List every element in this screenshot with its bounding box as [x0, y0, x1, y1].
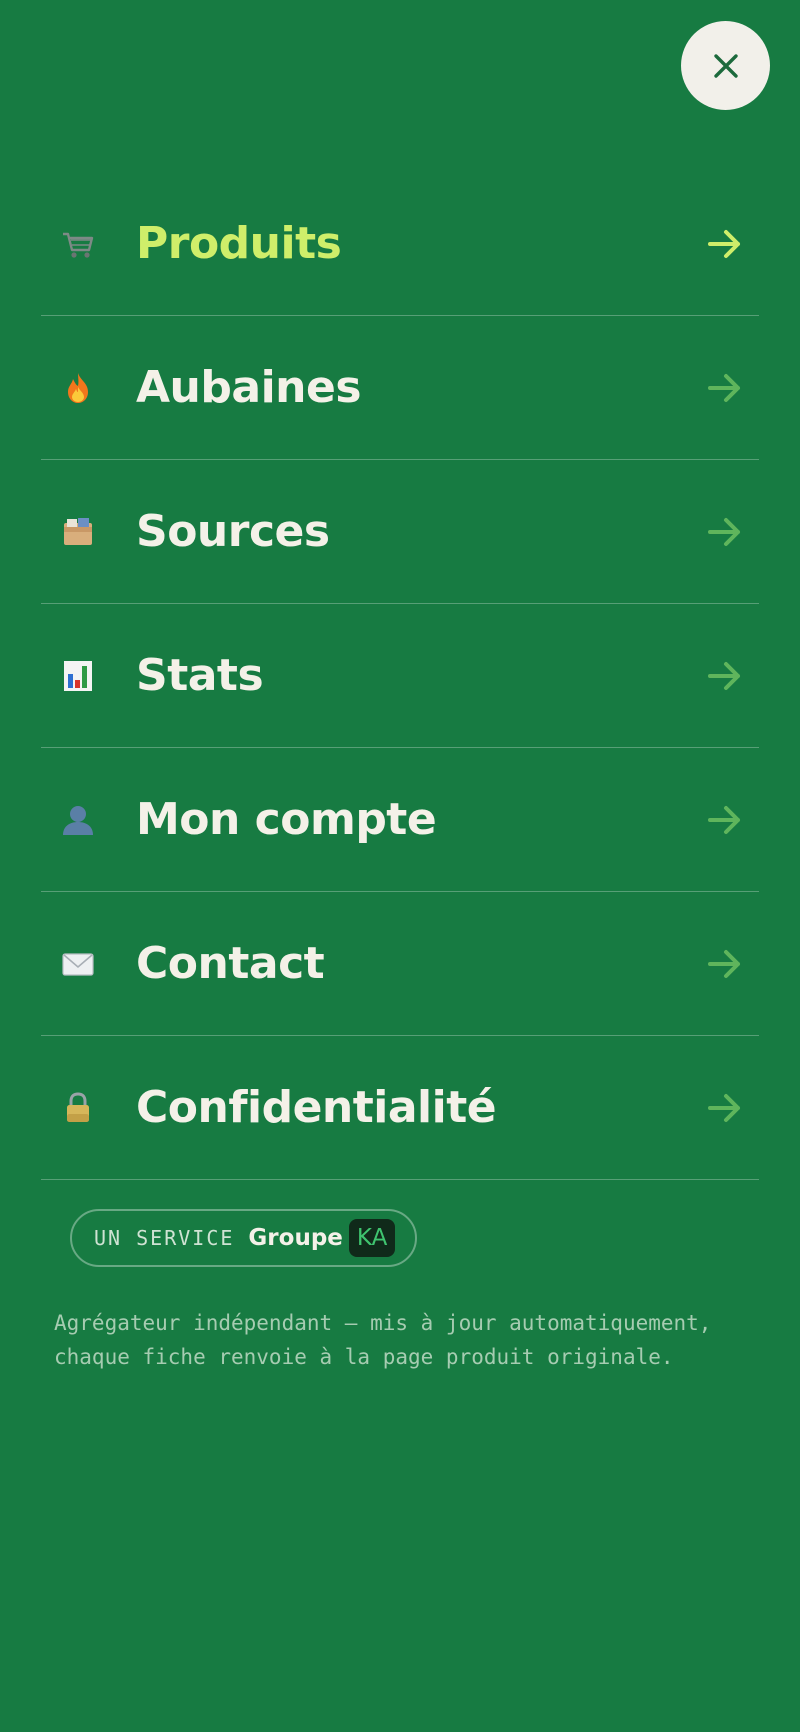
- menu-item-sources[interactable]: Sources: [41, 460, 759, 604]
- service-badge: UN SERVICE Groupe KA: [70, 1209, 418, 1267]
- arrow-right-icon: [705, 944, 745, 984]
- menu-item-aubaines[interactable]: Aubaines: [41, 316, 759, 460]
- menu-item-label: Confidentialité: [136, 1082, 497, 1133]
- brand-mark: KA: [348, 1219, 396, 1257]
- fire-icon: [58, 368, 98, 408]
- lock-icon: [58, 1088, 98, 1128]
- footer-description: Agrégateur indépendant — mis à jour auto…: [54, 1311, 712, 1369]
- menu-item-mon-compte[interactable]: Mon compte: [41, 748, 759, 892]
- brand-word: Groupe: [248, 1225, 343, 1251]
- arrow-right-icon: [705, 368, 745, 408]
- arrow-right-icon: [705, 800, 745, 840]
- arrow-right-icon: [705, 224, 745, 264]
- nav-menu: Produits Aubaines Sources Stats Mon comp…: [41, 172, 759, 1180]
- close-menu-button[interactable]: [681, 21, 770, 110]
- arrow-right-icon: [705, 656, 745, 696]
- envelope-icon: [58, 944, 98, 984]
- menu-item-label: Mon compte: [136, 794, 437, 845]
- menu-item-label: Sources: [136, 506, 330, 557]
- menu-item-contact[interactable]: Contact: [41, 892, 759, 1036]
- shopping-cart-icon: [58, 224, 98, 264]
- arrow-right-icon: [705, 512, 745, 552]
- service-prefix: UN SERVICE: [94, 1226, 235, 1250]
- close-icon: [710, 50, 742, 82]
- menu-item-label: Produits: [136, 218, 342, 269]
- menu-item-label: Stats: [136, 650, 264, 701]
- menu-item-label: Aubaines: [136, 362, 362, 413]
- menu-item-produits[interactable]: Produits: [41, 172, 759, 316]
- menu-item-confidentialite[interactable]: Confidentialité: [41, 1036, 759, 1180]
- menu-item-label: Contact: [136, 938, 325, 989]
- menu-item-stats[interactable]: Stats: [41, 604, 759, 748]
- arrow-right-icon: [705, 1088, 745, 1128]
- user-silhouette-icon: [58, 800, 98, 840]
- bar-chart-icon: [58, 656, 98, 696]
- card-file-box-icon: [58, 512, 98, 552]
